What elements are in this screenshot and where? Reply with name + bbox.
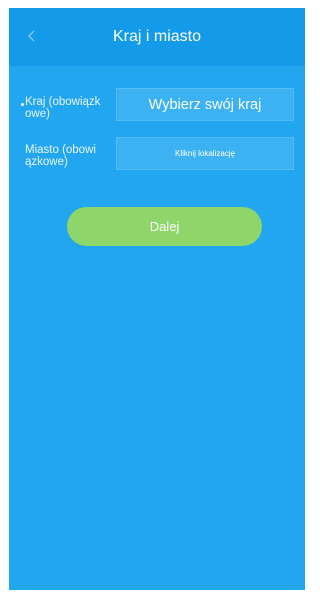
city-select-value: Kliknij lokalizację: [174, 149, 236, 158]
top-bar: Kraj i miasto: [9, 8, 305, 66]
country-label-line1: Kraj (obowiązk: [25, 96, 101, 108]
country-select-value: Wybierz swój kraj: [148, 96, 262, 113]
next-button[interactable]: Dalej: [67, 207, 262, 246]
page-title: Kraj i miasto: [112, 28, 202, 45]
country-label-line2: owe): [25, 108, 50, 120]
app-screen: Kraj i miasto Kraj (obowiązk owe) Wybier…: [9, 8, 305, 590]
country-select[interactable]: Wybierz swój kraj: [116, 88, 294, 121]
country-label: Kraj (obowiązk owe): [25, 96, 125, 120]
city-label: Miasto (obowi ązkowe): [25, 144, 125, 168]
city-label-line1: Miasto (obowi: [25, 144, 96, 156]
required-indicator: [21, 103, 24, 106]
city-select[interactable]: Kliknij lokalizację: [116, 137, 294, 170]
city-label-line2: ązkowe): [25, 156, 68, 168]
